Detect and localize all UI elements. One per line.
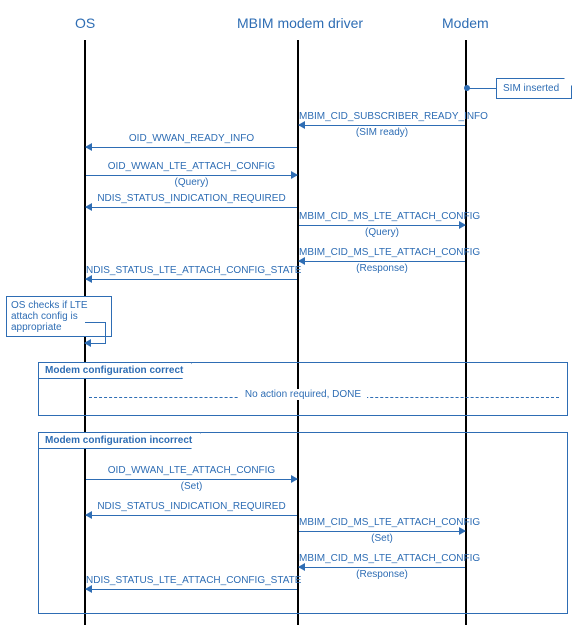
note-connector (467, 88, 496, 89)
t: (Query) (365, 227, 399, 238)
arrow-ndis-attach-state2: NDIS_STATUS_LTE_ATTACH_CONFIG_STATE (86, 582, 297, 596)
arrow-oid-attach-set: OID_WWAN_LTE_ATTACH_CONFIG (Set) (86, 472, 297, 486)
arrow-ndis-ind-req2: NDIS_STATUS_INDICATION_REQUIRED (86, 508, 297, 522)
arrow-oid-ready: OID_WWAN_READY_INFO (86, 140, 297, 154)
t: No action required, DONE (239, 389, 367, 400)
t: (Set) (371, 533, 393, 544)
arrow-mbim-attach-resp2: MBIM_CID_MS_LTE_ATTACH_CONFIG (Response) (299, 560, 465, 574)
t: NDIS_STATUS_INDICATION_REQUIRED (97, 193, 285, 204)
lane-modem: Modem (442, 15, 489, 31)
msg-text: MBIM_CID_MS_LTE_ATTACH_CONFIG (299, 553, 465, 565)
arrow-mbim-attach-set: MBIM_CID_MS_LTE_ATTACH_CONFIG (Set) (299, 524, 465, 538)
self-arrow (85, 322, 106, 344)
msg-sub: (Query) (299, 227, 465, 239)
frag-text: No action required, DONE (39, 389, 567, 400)
arrow-ndis-attach-state: NDIS_STATUS_LTE_ATTACH_CONFIG_STATE (86, 272, 297, 286)
arrow-ndis-ind-req: NDIS_STATUS_INDICATION_REQUIRED (86, 200, 297, 214)
note-text: SIM inserted (503, 83, 559, 94)
t: NDIS_STATUS_LTE_ATTACH_CONFIG_STATE (86, 575, 301, 586)
t: MBIM_CID_MS_LTE_ATTACH_CONFIG (299, 211, 480, 222)
t: MBIM_CID_MS_LTE_ATTACH_CONFIG (299, 517, 480, 528)
msg-text: MBIM_CID_MS_LTE_ATTACH_CONFIG (299, 247, 465, 259)
t: (Response) (356, 263, 408, 274)
msg-text: MBIM_CID_MS_LTE_ATTACH_CONFIG (299, 517, 465, 529)
frag-correct: Modem configuration correct No action re… (38, 362, 568, 416)
arrow-mbim-attach-resp: MBIM_CID_MS_LTE_ATTACH_CONFIG (Response) (299, 254, 465, 268)
msg-text: NDIS_STATUS_LTE_ATTACH_CONFIG_STATE (86, 575, 297, 587)
msg-text: MBIM_CID_MS_LTE_ATTACH_CONFIG (299, 211, 465, 223)
msg-sub: (Response) (299, 263, 465, 275)
t: MBIM_CID_SUBSCRIBER_READY_INFO (299, 111, 488, 122)
msg-text: OID_WWAN_LTE_ATTACH_CONFIG (86, 465, 297, 477)
arrow-sub-ready: MBIM_CID_SUBSCRIBER_READY_INFO (SIM read… (299, 118, 465, 132)
msg-text: NDIS_STATUS_INDICATION_REQUIRED (86, 193, 297, 205)
t: NDIS_STATUS_INDICATION_REQUIRED (97, 501, 285, 512)
t: Modem configuration correct (45, 365, 183, 376)
t: MBIM_CID_MS_LTE_ATTACH_CONFIG (299, 247, 480, 258)
arrow-oid-attach-query: OID_WWAN_LTE_ATTACH_CONFIG (Query) (86, 168, 297, 182)
note-text: OS checks if LTE attach config is approp… (11, 300, 88, 333)
msg-sub: (SIM ready) (299, 127, 465, 139)
msg-sub: (Query) (86, 177, 297, 189)
msg-text: NDIS_STATUS_INDICATION_REQUIRED (86, 501, 297, 513)
t: NDIS_STATUS_LTE_ATTACH_CONFIG_STATE (86, 265, 301, 276)
msg-sub: (Response) (299, 569, 465, 581)
msg-sub: (Set) (86, 481, 297, 493)
t: (Query) (175, 177, 209, 188)
t: (SIM ready) (356, 127, 408, 138)
msg-text: NDIS_STATUS_LTE_ATTACH_CONFIG_STATE (86, 265, 297, 277)
msg-text: OID_WWAN_LTE_ATTACH_CONFIG (86, 161, 297, 173)
msg-sub: (Set) (299, 533, 465, 545)
t: (Response) (356, 569, 408, 580)
note-dot (464, 85, 470, 91)
t: OID_WWAN_READY_INFO (129, 133, 254, 144)
msg-text: MBIM_CID_SUBSCRIBER_READY_INFO (299, 111, 465, 123)
t: Modem configuration incorrect (45, 435, 192, 446)
arrow-mbim-attach-query: MBIM_CID_MS_LTE_ATTACH_CONFIG (Query) (299, 218, 465, 232)
t: OID_WWAN_LTE_ATTACH_CONFIG (108, 465, 275, 476)
lane-driver: MBIM modem driver (237, 15, 363, 31)
lane-os: OS (75, 15, 95, 31)
t: (Set) (181, 481, 203, 492)
msg-text: OID_WWAN_READY_INFO (86, 133, 297, 145)
note-sim-inserted: SIM inserted (496, 78, 572, 99)
t: OID_WWAN_LTE_ATTACH_CONFIG (108, 161, 275, 172)
frag-label: Modem configuration incorrect (38, 432, 201, 449)
frag-label: Modem configuration correct (38, 362, 192, 379)
t: MBIM_CID_MS_LTE_ATTACH_CONFIG (299, 553, 480, 564)
